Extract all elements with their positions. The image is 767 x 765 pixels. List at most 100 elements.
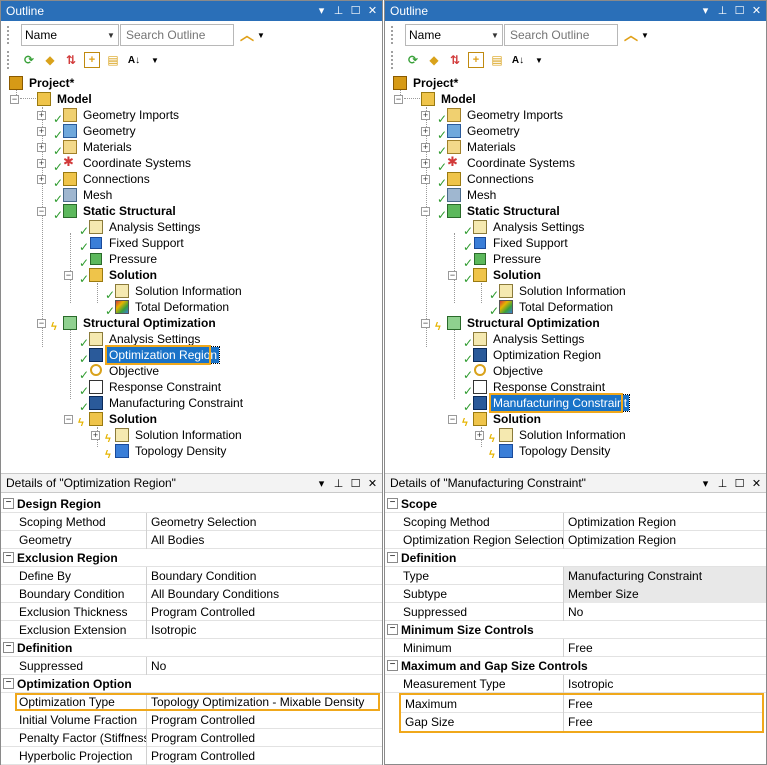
pin-icon[interactable]: ⊥ [331, 5, 346, 17]
detail-row[interactable]: Measurement Type Isotropic [385, 674, 766, 693]
detail-row[interactable]: Scoping Method Geometry Selection [1, 512, 382, 531]
detail-value[interactable]: Program Controlled [147, 729, 382, 747]
group-definition[interactable]: − Definition [1, 639, 382, 657]
detail-value[interactable]: All Boundary Conditions [147, 585, 382, 603]
detail-value[interactable]: Optimization Region [564, 513, 766, 531]
expand-icon[interactable]: + [475, 431, 484, 440]
detail-row[interactable]: Suppressed No [1, 656, 382, 675]
chevron-up-icon[interactable]: ︿ [240, 25, 254, 45]
detail-value[interactable]: Geometry Selection [147, 513, 382, 531]
close-icon[interactable]: ✕ [749, 5, 764, 17]
detail-value[interactable]: No [147, 657, 382, 675]
tree-node-pressure[interactable]: Pressure [473, 251, 543, 267]
expand-icon[interactable]: + [37, 159, 46, 168]
expand-icon[interactable]: + [37, 143, 46, 152]
tree-node-materials[interactable]: Materials [447, 139, 518, 155]
dropdown-arrow-icon[interactable]: ▾ [698, 5, 713, 17]
detail-value[interactable]: Program Controlled [147, 603, 382, 621]
detail-value[interactable]: Isotropic [147, 621, 382, 639]
collapse-icon[interactable]: − [10, 95, 19, 104]
collapse-icon[interactable]: − [37, 207, 46, 216]
detail-row[interactable]: Boundary Condition All Boundary Conditio… [1, 584, 382, 603]
close-icon[interactable]: ✕ [749, 477, 764, 490]
tree-node-structural-optimization[interactable]: Structural Optimization [63, 315, 218, 331]
close-icon[interactable]: ✕ [365, 477, 380, 490]
collapse-icon[interactable]: − [387, 660, 398, 671]
sort-select[interactable]: Name ▼ [405, 24, 503, 46]
group-exclusion-region[interactable]: − Exclusion Region [1, 549, 382, 567]
collapse-icon[interactable]: − [64, 271, 73, 280]
tree-node-response-constraint[interactable]: Response Constraint [473, 379, 607, 395]
detail-value[interactable]: Isotropic [564, 675, 766, 693]
tree-node-manufacturing-constraint[interactable]: Manufacturing Constraint [473, 394, 631, 412]
tree-node-so-solution-information[interactable]: Solution Information [115, 427, 244, 443]
detail-value[interactable]: No [564, 603, 766, 621]
collapse-icon[interactable]: − [3, 642, 14, 653]
detail-row[interactable]: Subtype Member Size [385, 584, 766, 603]
group-minimum-size-controls[interactable]: − Minimum Size Controls [385, 621, 766, 639]
chevron-up-icon[interactable]: ︿ [624, 25, 638, 45]
folder-icon[interactable]: ▤ [105, 52, 121, 68]
sort-icon[interactable]: ⇅ [63, 52, 79, 68]
eraser-icon[interactable]: ◆ [426, 52, 442, 68]
tree-node-model[interactable]: Model [37, 91, 94, 107]
pin-icon[interactable]: ⊥ [715, 477, 730, 490]
chevron-down-small-icon[interactable]: ▼ [257, 31, 265, 40]
group-definition[interactable]: − Definition [385, 549, 766, 567]
detail-row[interactable]: Geometry All Bodies [1, 530, 382, 549]
tree-node-objective[interactable]: Objective [89, 363, 161, 379]
tree-node-mesh[interactable]: Mesh [447, 187, 498, 203]
expand-icon[interactable]: + [421, 143, 430, 152]
detail-row[interactable]: Optimization Region Selection Optimizati… [385, 530, 766, 549]
detail-row[interactable]: Gap Size Free [401, 713, 762, 731]
collapse-icon[interactable]: − [3, 678, 14, 689]
tree-node-ss-solution[interactable]: Solution [89, 267, 159, 283]
tree-node-so-analysis-settings[interactable]: Analysis Settings [473, 331, 586, 347]
expand-icon[interactable]: + [37, 175, 46, 184]
detail-value[interactable]: Program Controlled [147, 747, 382, 765]
tree-node-so-analysis-settings[interactable]: Analysis Settings [89, 331, 202, 347]
expand-icon[interactable]: + [421, 127, 430, 136]
detail-value[interactable]: Program Controlled [147, 711, 382, 729]
tree-node-fixed-support[interactable]: Fixed Support [89, 235, 186, 251]
tree-node-optimization-region[interactable]: Optimization Region [89, 346, 221, 364]
tree-node-static-structural[interactable]: Static Structural [447, 203, 562, 219]
tree-node-fixed-support[interactable]: Fixed Support [473, 235, 570, 251]
pin-icon[interactable]: ⊥ [715, 5, 730, 17]
tree-node-so-solution[interactable]: Solution [89, 411, 159, 427]
detail-row[interactable]: Scoping Method Optimization Region [385, 512, 766, 531]
tree-node-static-structural[interactable]: Static Structural [63, 203, 178, 219]
tree-node-ss-solution-information[interactable]: Solution Information [115, 283, 244, 299]
tree-node-geometry[interactable]: Geometry [447, 123, 522, 139]
group-optimization-option[interactable]: − Optimization Option [1, 675, 382, 693]
group-max-gap-size-controls[interactable]: − Maximum and Gap Size Controls [385, 657, 766, 675]
detail-row[interactable]: Define By Boundary Condition [1, 566, 382, 585]
tree-node-ss-analysis-settings[interactable]: Analysis Settings [473, 219, 586, 235]
tree-node-structural-optimization[interactable]: Structural Optimization [447, 315, 602, 331]
tree-node-materials[interactable]: Materials [63, 139, 134, 155]
expand-icon[interactable]: + [421, 175, 430, 184]
maximize-icon[interactable]: ☐ [732, 5, 747, 17]
maximize-icon[interactable]: ☐ [732, 477, 747, 490]
collapse-icon[interactable]: − [64, 415, 73, 424]
tree-node-total-deformation[interactable]: Total Deformation [499, 299, 615, 315]
tree-node-connections[interactable]: Connections [447, 171, 536, 187]
collapse-icon[interactable]: − [394, 95, 403, 104]
tree-node-topology-density[interactable]: Topology Density [115, 443, 228, 459]
group-scope[interactable]: − Scope [385, 495, 766, 513]
refresh-icon[interactable]: ⟳ [21, 52, 37, 68]
detail-row[interactable]: Initial Volume Fraction Program Controll… [1, 710, 382, 729]
collapse-icon[interactable]: − [37, 319, 46, 328]
tree-node-geometry[interactable]: Geometry [63, 123, 138, 139]
tree-node-ss-analysis-settings[interactable]: Analysis Settings [89, 219, 202, 235]
expand-icon[interactable]: + [37, 127, 46, 136]
refresh-icon[interactable]: ⟳ [405, 52, 421, 68]
group-design-region[interactable]: − Design Region [1, 495, 382, 513]
collapse-icon[interactable]: − [421, 319, 430, 328]
chevron-down-icon[interactable]: ▼ [147, 52, 163, 68]
chevron-down-small-icon[interactable]: ▼ [641, 31, 649, 40]
detail-row[interactable]: Hyperbolic Projection Program Controlled [1, 746, 382, 765]
expand-all-icon[interactable]: + [84, 52, 100, 68]
detail-row[interactable]: Penalty Factor (Stiffness) Program Contr… [1, 728, 382, 747]
collapse-icon[interactable]: − [387, 624, 398, 635]
